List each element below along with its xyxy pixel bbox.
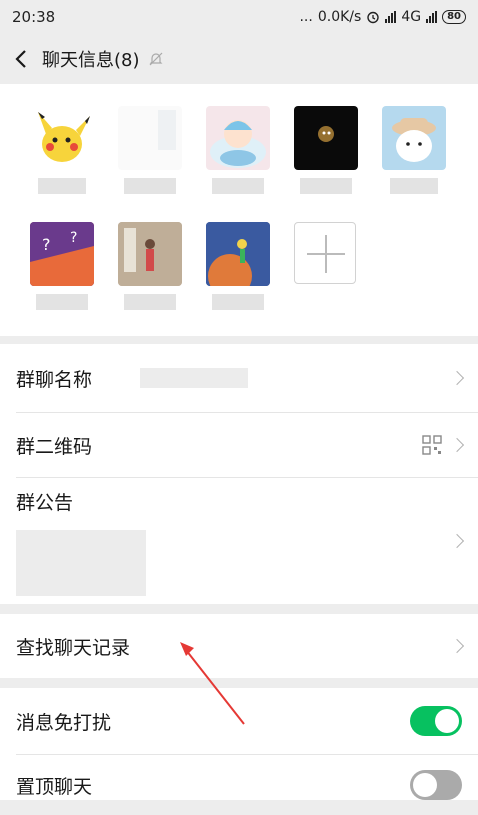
- group-settings-section: 群聊名称 群二维码 群公告: [0, 344, 478, 604]
- pin-label: 置顶聊天: [16, 775, 93, 798]
- member-avatar[interactable]: [294, 106, 358, 170]
- mute-toggle[interactable]: [410, 706, 462, 736]
- qr-code-label: 群二维码: [16, 435, 93, 458]
- add-member-button[interactable]: [294, 222, 356, 284]
- announcement-content-blurred: [16, 530, 146, 596]
- network-speed: 0.0K/s: [317, 9, 362, 25]
- hd-signal-icon: [385, 11, 397, 23]
- member-avatar[interactable]: [206, 106, 270, 170]
- member-name-blurred: [118, 292, 182, 310]
- member-avatar[interactable]: ? ?: [30, 222, 94, 286]
- member-avatar[interactable]: [118, 222, 182, 286]
- search-history-label: 查找聊天记录: [16, 636, 131, 659]
- qr-code-row[interactable]: 群二维码: [0, 413, 478, 477]
- member-name-blurred: [118, 176, 182, 194]
- mute-label: 消息免打扰: [16, 711, 112, 734]
- member-avatar[interactable]: [118, 106, 182, 170]
- chevron-right-icon: [449, 638, 465, 654]
- title-bar: 聊天信息(8): [0, 34, 478, 84]
- status-bar: 20:38 ... 0.0K/s 4G 80: [0, 0, 478, 34]
- alarm-icon: [367, 11, 380, 24]
- group-name-label: 群聊名称: [16, 368, 93, 391]
- member-avatar[interactable]: [382, 106, 446, 170]
- svg-text:?: ?: [42, 235, 51, 254]
- announcement-label: 群公告: [16, 492, 74, 514]
- network-type: 4G: [401, 9, 422, 25]
- member-avatar[interactable]: [206, 222, 270, 286]
- pin-toggle[interactable]: [410, 770, 462, 800]
- status-dots: ...: [299, 9, 313, 25]
- member-avatar[interactable]: [30, 106, 94, 170]
- announcement-row[interactable]: 群公告: [0, 478, 478, 604]
- page-title: 聊天信息(8): [42, 50, 140, 71]
- chevron-right-icon: [449, 533, 465, 549]
- search-history-row[interactable]: 查找聊天记录: [0, 614, 478, 678]
- pin-row: 置顶聊天: [0, 755, 478, 815]
- mute-bell-icon: [148, 51, 164, 67]
- chevron-right-icon: [449, 437, 465, 453]
- members-grid: ? ?: [0, 84, 478, 336]
- mute-row: 消息免打扰: [0, 688, 478, 754]
- back-icon[interactable]: [0, 34, 42, 84]
- chevron-right-icon: [449, 370, 465, 386]
- signal-icon: [426, 11, 438, 23]
- member-name-blurred: [30, 292, 94, 310]
- search-history-section: 查找聊天记录: [0, 614, 478, 678]
- group-name-value-blurred: [140, 368, 248, 388]
- battery-icon: 80: [442, 10, 466, 24]
- member-name-blurred: [206, 292, 270, 310]
- qr-code-icon: [422, 435, 442, 455]
- member-name-blurred: [382, 176, 446, 194]
- group-name-row[interactable]: 群聊名称: [0, 344, 478, 412]
- member-name-blurred: [30, 176, 94, 194]
- member-name-blurred: [294, 176, 358, 194]
- status-time: 20:38: [12, 8, 56, 26]
- svg-text:?: ?: [70, 230, 77, 246]
- member-name-blurred: [206, 176, 270, 194]
- toggle-section: 消息免打扰 置顶聊天: [0, 688, 478, 800]
